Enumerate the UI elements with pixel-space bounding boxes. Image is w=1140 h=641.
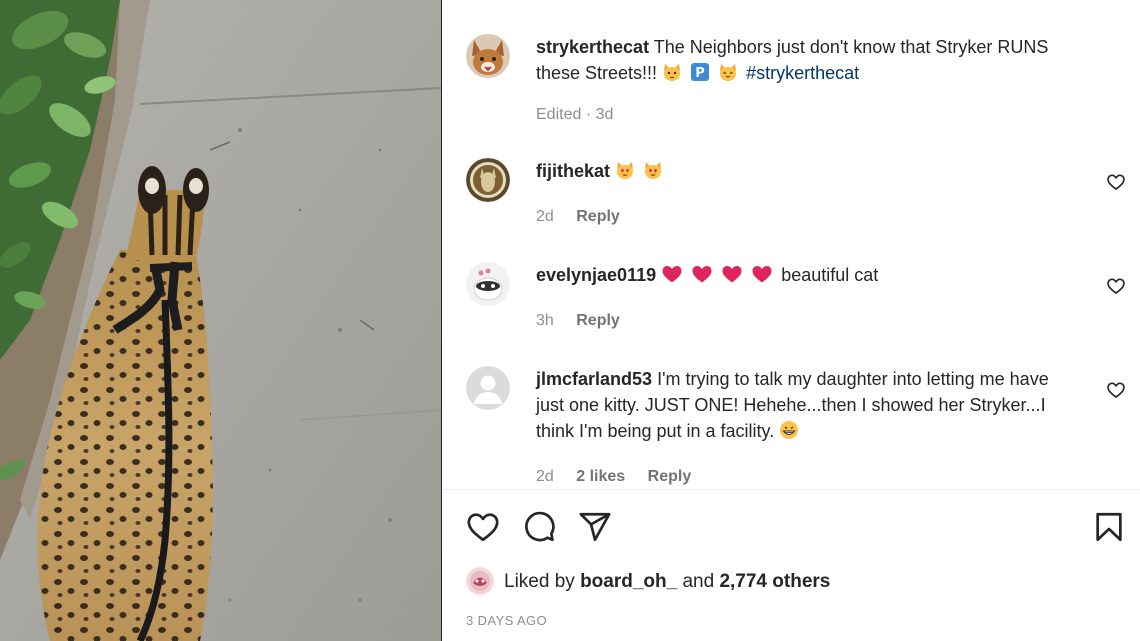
comment-username[interactable]: evelynjae0119 — [536, 265, 656, 285]
heart-eyes-cat-emoji-icon — [645, 162, 662, 179]
caption-hashtag-link[interactable]: #strykerthecat — [746, 63, 859, 83]
red-heart-emoji-icon — [662, 266, 682, 283]
post-panel: strykerthecat The Neighbors just don't k… — [442, 0, 1140, 641]
post-media-image[interactable] — [0, 0, 441, 641]
post-timestamp: 3 DAYS AGO — [466, 613, 548, 628]
badge-avatar-icon — [466, 158, 510, 202]
actions-divider — [442, 489, 1140, 490]
cat-face-emoji-icon — [664, 64, 681, 81]
comment-likes-link[interactable]: 2 likes — [576, 468, 625, 485]
comment-text: evelynjae0119 beautiful cat — [536, 262, 1072, 288]
bookmark-icon[interactable] — [1092, 510, 1126, 544]
comment-time: 2d — [536, 468, 554, 485]
heart-eyes-cat-emoji-icon — [617, 162, 634, 179]
liked-by-summary[interactable]: Liked by board_oh_ and 2,774 others — [466, 566, 1106, 598]
svg-text:P: P — [695, 66, 705, 81]
comment-body: beautiful cat — [781, 265, 879, 285]
avatar[interactable] — [466, 366, 510, 410]
default-profile-avatar-icon — [466, 366, 510, 410]
comment-username[interactable]: fijithekat — [536, 161, 610, 181]
p-button-emoji-icon: P — [691, 63, 710, 81]
caption-meta: Edited · 3d — [536, 106, 631, 124]
liker-avatar-icon — [466, 567, 494, 595]
red-heart-emoji-icon — [752, 266, 772, 283]
liked-by-and: and — [682, 571, 715, 592]
liked-by-username[interactable]: board_oh_ — [580, 571, 677, 592]
comment-icon[interactable] — [522, 510, 556, 544]
red-heart-emoji-icon — [722, 266, 742, 283]
heart-icon[interactable] — [466, 510, 500, 544]
post-action-bar — [466, 510, 1126, 546]
reply-button[interactable]: Reply — [576, 208, 620, 225]
raccoon-avatar-icon — [466, 262, 510, 306]
comment-meta: 2d Reply — [536, 208, 638, 226]
like-comment-heart-icon[interactable] — [1106, 172, 1126, 192]
liked-by-others-link[interactable]: 2,774 others — [719, 571, 830, 592]
reply-button[interactable]: Reply — [648, 468, 692, 485]
caption-text: strykerthecat The Neighbors just don't k… — [536, 34, 1072, 86]
comment-time: 2d — [536, 208, 554, 225]
red-heart-emoji-icon — [692, 266, 712, 283]
comment-text: fijithekat — [536, 158, 1072, 184]
instagram-post-view: strykerthecat The Neighbors just don't k… — [0, 0, 1140, 641]
caption-edited-time: Edited · 3d — [536, 106, 614, 123]
comment-username[interactable]: jlmcfarland53 — [536, 369, 652, 389]
liked-by-label: Liked by — [504, 571, 575, 592]
avatar[interactable] — [466, 262, 510, 306]
cat-face-emoji-icon — [720, 64, 737, 81]
liker-avatar[interactable] — [466, 567, 494, 595]
like-comment-heart-icon[interactable] — [1106, 276, 1126, 296]
comment-meta: 2d 2 likes Reply — [536, 468, 709, 486]
grinning-face-emoji-icon — [780, 421, 799, 439]
comment-meta: 3h Reply — [536, 312, 638, 330]
cat-face-avatar-icon — [466, 34, 510, 78]
avatar[interactable] — [466, 158, 510, 202]
avatar[interactable] — [466, 34, 510, 78]
reply-button[interactable]: Reply — [576, 312, 620, 329]
like-comment-heart-icon[interactable] — [1106, 380, 1126, 400]
share-icon[interactable] — [578, 510, 612, 544]
serval-photo — [0, 0, 441, 641]
comment-text: jlmcfarland53 I'm trying to talk my daug… — [536, 366, 1072, 444]
comment-time: 3h — [536, 312, 554, 329]
comments-section[interactable]: strykerthecat The Neighbors just don't k… — [442, 0, 1140, 489]
caption-username[interactable]: strykerthecat — [536, 37, 649, 57]
